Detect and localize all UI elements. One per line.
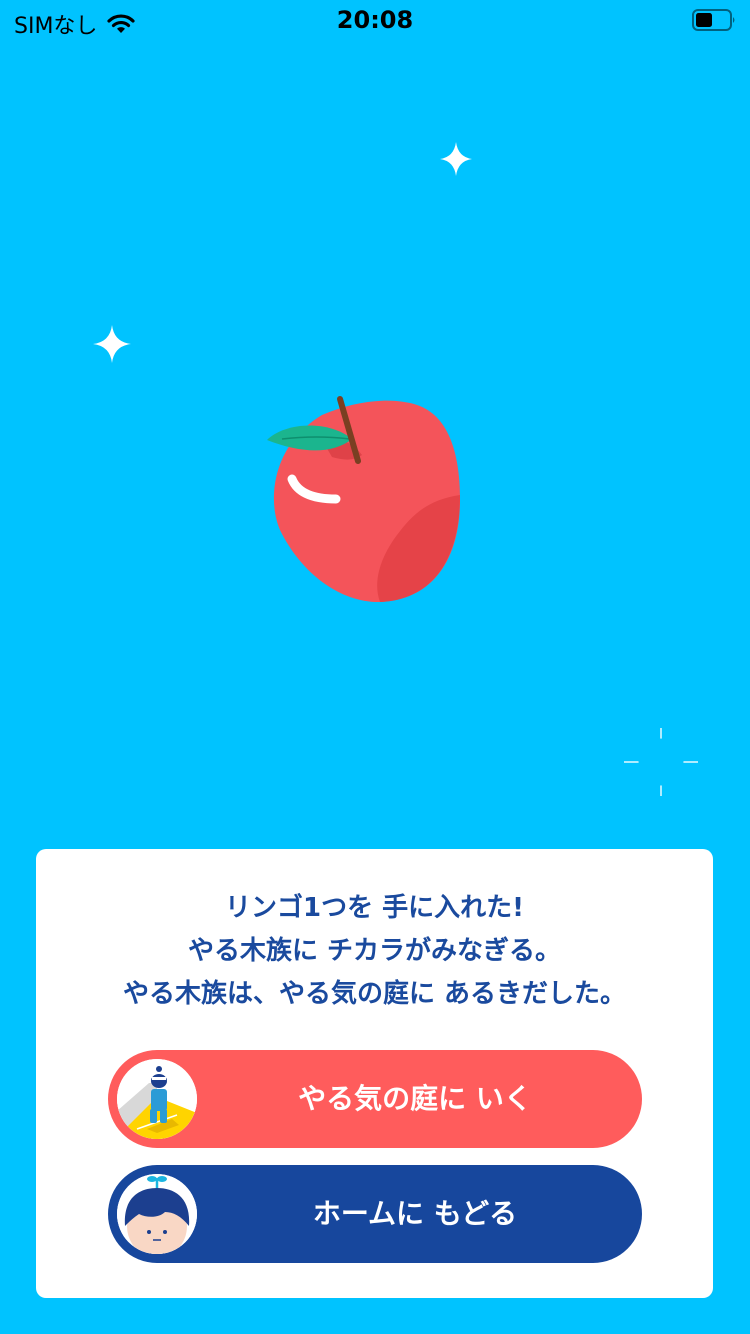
return-home-button[interactable]: ホームに もどる (108, 1165, 642, 1263)
sparkle-icon (93, 325, 131, 363)
message-line: やる木族に チカラがみなぎる。 (187, 936, 562, 966)
result-dialog: リンゴ1つを 手に入れた! やる木族に チカラがみなぎる。 やる木族は、やる気の… (36, 849, 713, 1298)
apple-icon (267, 396, 460, 603)
return-home-label: ホームに もどる (312, 1197, 518, 1230)
sparkle-icon (440, 142, 472, 176)
go-to-garden-label: やる気の庭に いく (298, 1082, 532, 1115)
battery-icon (692, 9, 735, 31)
go-to-garden-button[interactable]: やる気の庭に いく (108, 1050, 642, 1148)
reward-message: リンゴ1つを 手に入れた! やる木族に チカラがみなぎる。 やる木族は、やる気の… (36, 887, 713, 1016)
status-bar: SIMなし 20:08 (0, 0, 750, 40)
status-time: 20:08 (336, 6, 414, 34)
home-character-avatar (117, 1174, 197, 1254)
sparkle-icon (624, 728, 698, 796)
message-line: リンゴ1つを 手に入れた! (224, 893, 524, 923)
garden-character-avatar (117, 1059, 197, 1139)
message-line: やる木族は、やる気の庭に あるきだした。 (122, 979, 627, 1009)
